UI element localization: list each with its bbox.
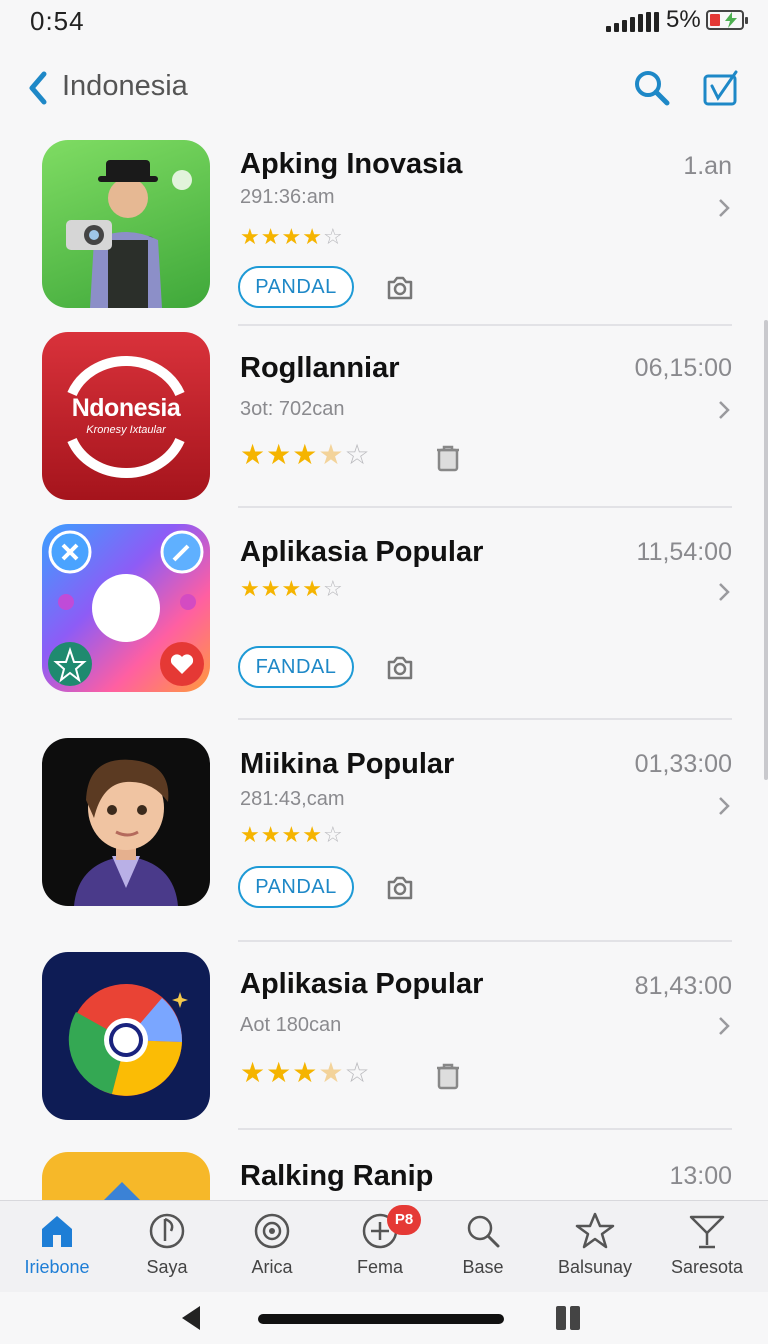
app-icon-ranking[interactable]	[42, 1152, 210, 1200]
app-list: Apking Inovasia 291:36:am 1.an ★ ★ ★ ★ ☆ PAN…	[0, 128, 768, 1200]
tab-arica[interactable]: Arica	[217, 1201, 327, 1293]
home-icon	[42, 1216, 72, 1247]
tab-label: Balsunay	[557, 1257, 633, 1277]
star-rating: ★ ★ ★ ★ ☆	[240, 822, 343, 847]
chevron-right-icon	[719, 797, 730, 815]
status-time: 0:54	[30, 6, 85, 36]
list-item[interactable]: Aplikasia Popular 11,54:00 ★ ★ ★ ★ ☆ FANDAL	[0, 524, 768, 694]
app-subtitle: Aot 180can	[240, 1014, 342, 1036]
app-name: Apking Inovasia	[240, 148, 463, 180]
tab-label: Iriebone	[24, 1257, 90, 1277]
tab-label: Saya	[146, 1257, 188, 1277]
disc-icon	[254, 1213, 290, 1249]
edit-icon[interactable]	[700, 68, 742, 108]
app-icon-text: Ndonesia	[71, 394, 181, 422]
install-button[interactable]: PANDAL	[238, 866, 354, 908]
install-button[interactable]: PANDAL	[238, 266, 354, 308]
tab-fema[interactable]: P8 Fema	[325, 1201, 435, 1293]
app-time: 11,54:00	[636, 538, 732, 566]
status-bar: 0:54 5%	[0, 0, 768, 44]
app-icon-photographer[interactable]	[42, 140, 210, 308]
nav-title: Indonesia	[62, 70, 188, 102]
star-rating: ★ ★ ★ ★ ☆	[240, 224, 343, 249]
tab-label: Fema	[356, 1257, 403, 1277]
star-icon	[575, 1212, 615, 1249]
divider	[238, 324, 732, 326]
camera-icon[interactable]	[384, 872, 416, 904]
app-icon-subtext: Kronesy Ixtaular	[86, 424, 166, 436]
tab-saresota[interactable]: Saresota	[652, 1201, 762, 1293]
chevron-right-icon	[719, 401, 730, 419]
app-icon-ndonesia[interactable]: Ndonesia Kronesy Ixtaular	[42, 332, 210, 500]
nav-bar: Indonesia	[0, 56, 768, 120]
star-rating: ★ ★ ★ ★ ☆	[240, 1057, 370, 1088]
app-time: 06,15:00	[634, 354, 732, 382]
recent-apps-icon[interactable]	[554, 1304, 582, 1332]
tab-label: Saresota	[670, 1257, 744, 1277]
cocktail-icon	[689, 1215, 725, 1249]
tab-balsunay[interactable]: Balsunay	[540, 1201, 650, 1293]
app-time: 1.an	[683, 152, 732, 180]
app-name: Aplikasia Popular	[240, 968, 484, 1000]
notification-badge: P8	[387, 1205, 421, 1235]
tab-bar: Iriebone Saya Arica P8 Fema Base Balsuna…	[0, 1200, 768, 1292]
app-name: Rogllanniar	[240, 352, 400, 384]
app-name: Miikina Popular	[240, 748, 455, 780]
star-rating: ★ ★ ★ ★ ☆	[240, 439, 370, 470]
divider	[238, 1128, 732, 1130]
app-icon-popular[interactable]	[42, 524, 210, 692]
tab-home[interactable]: Iriebone	[2, 1201, 112, 1293]
battery-icon	[706, 10, 748, 30]
chevron-right-icon	[719, 1017, 730, 1035]
home-indicator[interactable]	[258, 1314, 504, 1324]
app-subtitle: 3ot: 702can	[240, 398, 345, 420]
camera-icon[interactable]	[384, 272, 416, 304]
app-time: 81,43:00	[634, 972, 732, 1000]
trash-icon[interactable]	[432, 442, 464, 474]
back-triangle-icon[interactable]	[178, 1304, 202, 1332]
app-subtitle: 281:43,cam	[240, 788, 345, 810]
app-name: Ralking Ranip	[240, 1160, 434, 1192]
search-icon	[467, 1215, 500, 1248]
chevron-right-icon	[719, 199, 730, 217]
star-rating: ★ ★ ★ ★ ☆	[240, 576, 343, 601]
app-subtitle: 291:36:am	[240, 186, 335, 208]
music-icon	[149, 1213, 185, 1249]
signal-icon	[606, 12, 662, 32]
battery-percent: 5%	[666, 6, 701, 33]
chevron-right-icon	[719, 583, 730, 601]
divider	[238, 506, 732, 508]
app-time: 01,33:00	[634, 750, 732, 778]
search-icon[interactable]	[632, 68, 672, 108]
tab-label: Arica	[251, 1257, 293, 1277]
app-time: 13:00	[669, 1162, 732, 1190]
camera-icon[interactable]	[384, 652, 416, 684]
list-item[interactable]: Ndonesia Kronesy Ixtaular Rogllanniar 3o…	[0, 332, 768, 500]
list-item[interactable]: Aplikasia Popular Aot 180can 81,43:00 ★ ★…	[0, 952, 768, 1124]
tab-label: Base	[462, 1257, 504, 1277]
app-name: Aplikasia Popular	[240, 536, 484, 568]
list-item[interactable]: Apking Inovasia 291:36:am 1.an ★ ★ ★ ★ ☆ PAN…	[0, 140, 768, 320]
scroll-indicator[interactable]	[764, 320, 768, 780]
trash-icon[interactable]	[432, 1060, 464, 1092]
system-nav-bar	[0, 1292, 768, 1344]
divider	[238, 940, 732, 942]
app-icon-avatar[interactable]	[42, 738, 210, 906]
divider	[238, 718, 732, 720]
tab-base[interactable]: Base	[428, 1201, 538, 1293]
app-icon-chrome[interactable]	[42, 952, 210, 1120]
chevron-left-icon[interactable]	[24, 68, 54, 108]
tab-saya[interactable]: Saya	[112, 1201, 222, 1293]
install-button[interactable]: FANDAL	[238, 646, 354, 688]
list-item[interactable]: Miikina Popular 281:43,cam 01,33:00 ★ ★ ★ ★…	[0, 738, 768, 918]
list-item[interactable]: Ralking Ranip 13:00	[0, 1152, 768, 1200]
